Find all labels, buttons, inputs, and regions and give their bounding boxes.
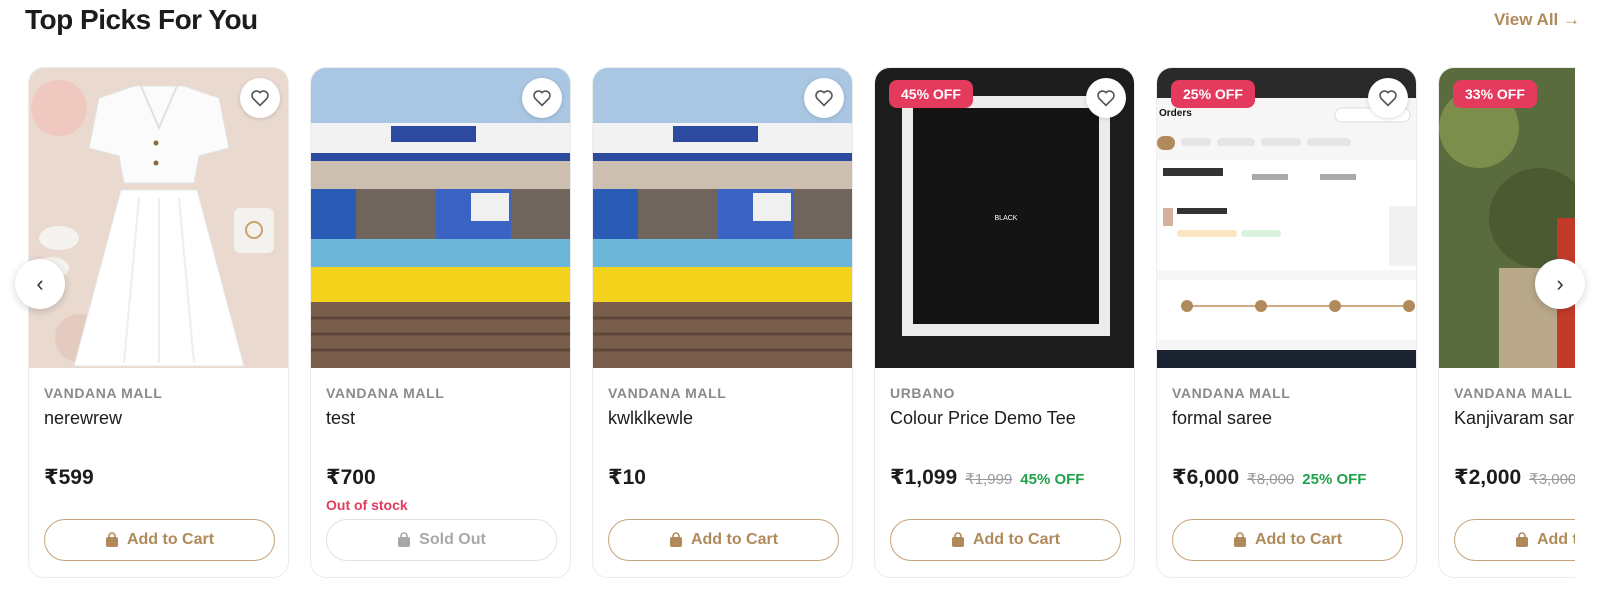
product-name[interactable]: test	[326, 408, 355, 429]
product-card[interactable]: BLACK 45% OFF URBANO Colour Price Demo T…	[874, 67, 1135, 578]
product-name[interactable]: Colour Price Demo Tee	[890, 408, 1076, 429]
wishlist-button[interactable]	[804, 78, 844, 118]
sold-out-button: Sold Out	[326, 519, 557, 561]
add-to-cart-label: Add to Cart	[1254, 531, 1343, 548]
chevron-left-icon: ‹	[36, 271, 44, 296]
product-brand: VANDANA MALL	[44, 385, 163, 401]
product-image[interactable]: 33% OFF	[1439, 68, 1575, 368]
original-price: ₹8,000	[1247, 471, 1295, 488]
price-row: ₹1,099 ₹1,999 45% OFF	[890, 465, 1084, 490]
product-price: ₹2,000	[1454, 466, 1522, 489]
product-price: ₹700	[326, 466, 376, 489]
product-name[interactable]: kwlklkewle	[608, 408, 693, 429]
product-image[interactable]: Orders 25% OFF	[1157, 68, 1416, 368]
carousel-prev-button[interactable]: ‹	[15, 259, 65, 309]
price-row: ₹6,000 ₹8,000 25% OFF	[1172, 465, 1366, 490]
wishlist-button[interactable]	[1086, 78, 1126, 118]
shopping-bag-icon	[398, 532, 411, 547]
price-row: ₹599	[44, 465, 94, 490]
product-card[interactable]: VANDANA MALL test ₹700 Out of stock Sold…	[310, 67, 571, 578]
product-name[interactable]: formal saree	[1172, 408, 1272, 429]
product-brand: VANDANA MALL	[326, 385, 445, 401]
product-image[interactable]: BLACK 45% OFF	[875, 68, 1134, 368]
product-card[interactable]: VANDANA MALL kwlklkewle ₹10 Add to Cart	[592, 67, 853, 578]
discount-text: 25% OFF	[1302, 471, 1367, 488]
heart-icon	[815, 90, 833, 107]
discount-badge: 33% OFF	[1453, 80, 1537, 108]
original-price: ₹3,000	[1529, 471, 1575, 488]
product-card[interactable]: Orders 25% OFF VANDANA MALL formal saree…	[1156, 67, 1417, 578]
stock-status: Out of stock	[326, 497, 408, 513]
view-all-link[interactable]: View All →	[1494, 10, 1580, 30]
add-to-cart-label: Add to Cart	[972, 531, 1061, 548]
heart-icon	[251, 90, 269, 107]
sold-out-label: Sold Out	[419, 531, 486, 548]
heart-icon	[1379, 90, 1397, 107]
product-name[interactable]: nerewrew	[44, 408, 122, 429]
product-brand: URBANO	[890, 385, 956, 401]
price-row: ₹2,000 ₹3,000	[1454, 465, 1575, 490]
product-brand: VANDANA MALL	[1454, 385, 1573, 401]
original-price: ₹1,999	[965, 471, 1013, 488]
heart-icon	[1097, 90, 1115, 107]
product-name[interactable]: Kanjivaram saree	[1454, 408, 1575, 429]
product-price: ₹1,099	[890, 466, 958, 489]
wishlist-button[interactable]	[522, 78, 562, 118]
swatch-label: BLACK	[995, 215, 1018, 222]
section-header: Top Picks For You View All →	[25, 0, 1580, 44]
price-row: ₹10	[608, 465, 646, 490]
product-image[interactable]	[311, 68, 570, 368]
product-card[interactable]: VANDANA MALL nerewrew ₹599 Add to Cart	[28, 67, 289, 578]
add-to-cart-label: Add to Cart	[690, 531, 779, 548]
product-image[interactable]	[593, 68, 852, 368]
product-card[interactable]: 33% OFF VANDANA MALL Kanjivaram saree ₹2…	[1438, 67, 1575, 578]
section-title: Top Picks For You	[25, 4, 258, 35]
chevron-right-icon: ›	[1556, 271, 1564, 296]
wishlist-button[interactable]	[1368, 78, 1408, 118]
shopping-bag-icon	[105, 532, 118, 547]
add-to-cart-button[interactable]: Add to Cart	[1454, 519, 1575, 561]
add-to-cart-label: Add to Cart	[1536, 531, 1575, 548]
product-price: ₹6,000	[1172, 466, 1240, 489]
carousel-next-button[interactable]: ›	[1535, 259, 1585, 309]
product-price: ₹599	[44, 466, 94, 489]
discount-badge: 45% OFF	[889, 80, 973, 108]
product-carousel: VANDANA MALL nerewrew ₹599 Add to Cart V…	[28, 67, 1575, 579]
product-image[interactable]	[29, 68, 288, 368]
product-price: ₹10	[608, 466, 646, 489]
product-brand: VANDANA MALL	[608, 385, 727, 401]
price-row: ₹700	[326, 465, 376, 490]
heart-icon	[533, 90, 551, 107]
discount-text: 45% OFF	[1020, 471, 1085, 488]
discount-badge: 25% OFF	[1171, 80, 1255, 108]
shopping-bag-icon	[951, 532, 964, 547]
shopping-bag-icon	[669, 532, 682, 547]
add-to-cart-button[interactable]: Add to Cart	[44, 519, 275, 561]
add-to-cart-label: Add to Cart	[126, 531, 215, 548]
shopping-bag-icon	[1233, 532, 1246, 547]
add-to-cart-button[interactable]: Add to Cart	[608, 519, 839, 561]
shopping-bag-icon	[1515, 532, 1528, 547]
add-to-cart-button[interactable]: Add to Cart	[890, 519, 1121, 561]
add-to-cart-button[interactable]: Add to Cart	[1172, 519, 1403, 561]
screenshot-title: Orders	[1159, 108, 1192, 119]
wishlist-button[interactable]	[240, 78, 280, 118]
product-brand: VANDANA MALL	[1172, 385, 1291, 401]
